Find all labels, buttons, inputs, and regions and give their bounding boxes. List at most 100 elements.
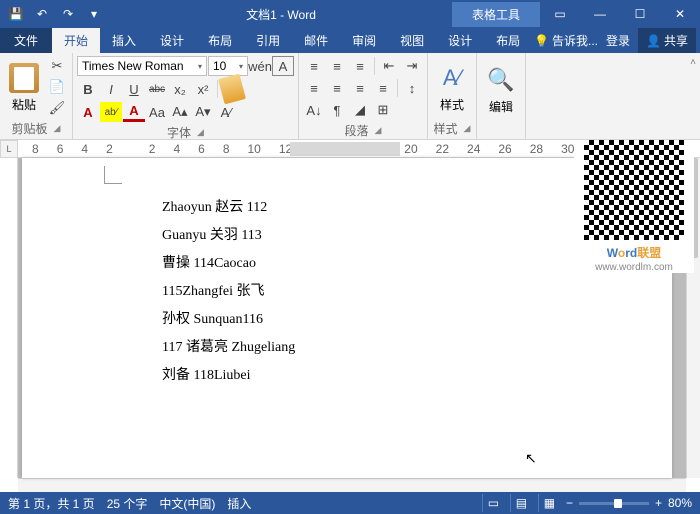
char-border-button[interactable]: A	[272, 56, 294, 76]
show-marks-button[interactable]: ¶	[326, 100, 348, 120]
tab-table-layout[interactable]: 布局	[484, 28, 532, 53]
tell-me[interactable]: 💡告诉我...	[534, 32, 598, 49]
text-effects-button[interactable]: A	[77, 102, 99, 122]
cut-button[interactable]: ✂	[46, 56, 68, 76]
context-tab-title: 表格工具	[452, 2, 540, 27]
phonetic-guide-button[interactable]: wén	[249, 56, 271, 76]
tab-selector[interactable]: L	[0, 140, 18, 158]
minimize-button[interactable]: —	[580, 0, 620, 28]
font-size-combo[interactable]: 10▾	[208, 56, 248, 76]
paste-button[interactable]: 粘贴	[4, 62, 44, 113]
italic-button[interactable]: I	[100, 79, 122, 99]
styles-icon: A⁄	[436, 62, 468, 94]
bulb-icon: 💡	[534, 34, 549, 48]
tab-mailings[interactable]: 邮件	[292, 28, 340, 53]
font-name-combo[interactable]: Times New Roman▾	[77, 56, 207, 76]
zoom-out-button[interactable]: −	[566, 496, 573, 510]
save-button[interactable]: 💾	[4, 2, 28, 26]
text-line[interactable]: 115Zhangfei 张飞	[122, 280, 612, 300]
vertical-ruler[interactable]	[0, 158, 18, 478]
align-right-button[interactable]: ≡	[349, 78, 371, 98]
find-button[interactable]: 🔍 编辑	[481, 64, 521, 115]
margin-corner	[104, 166, 122, 184]
font-launcher[interactable]: ◢	[197, 127, 204, 138]
page-indicator[interactable]: 第 1 页，共 1 页	[8, 495, 95, 512]
tab-layout[interactable]: 布局	[196, 28, 244, 53]
format-painter-button[interactable]: 🖌	[46, 98, 68, 118]
share-button[interactable]: 👤共享	[638, 28, 696, 53]
styles-launcher[interactable]: ◢	[464, 123, 471, 134]
group-clipboard: 粘贴 ✂ 📄 🖌 剪贴板◢	[0, 53, 73, 139]
text-line[interactable]: 曹操 114Caocao	[122, 252, 612, 272]
line-spacing-button[interactable]: ↕	[401, 78, 423, 98]
clear-format-icon	[218, 74, 246, 105]
group-styles: A⁄ 样式 样式◢	[428, 53, 477, 139]
qat-more-button[interactable]: ▾	[82, 2, 106, 26]
strikethrough-button[interactable]: abc	[146, 79, 168, 99]
insert-mode[interactable]: 插入	[227, 495, 251, 512]
text-line[interactable]: 孙权 Sunquan116	[122, 308, 612, 328]
borders-button[interactable]: ⊞	[372, 100, 394, 120]
maximize-button[interactable]: ☐	[620, 0, 660, 28]
horizontal-scrollbar[interactable]	[18, 478, 686, 492]
watermark-brand: Word联盟	[574, 244, 694, 262]
qr-code-icon	[584, 140, 684, 240]
font-color-button[interactable]: A	[123, 102, 145, 122]
watermark-overlay: Word联盟 www.wordlm.com	[574, 140, 694, 273]
sign-in-link[interactable]: 登录	[606, 32, 630, 49]
close-button[interactable]: ✕	[660, 0, 700, 28]
sort-button[interactable]: A↓	[303, 100, 325, 120]
text-line[interactable]: 117 诸葛亮 Zhugeliang	[122, 336, 612, 356]
language-indicator[interactable]: 中文(中国)	[159, 495, 215, 512]
clipboard-launcher[interactable]: ◢	[54, 123, 61, 134]
word-count[interactable]: 25 个字	[107, 495, 148, 512]
align-left-button[interactable]: ≡	[303, 78, 325, 98]
watermark-url: www.wordlm.com	[574, 262, 694, 273]
ruler-margin-area	[290, 142, 400, 156]
read-mode-button[interactable]: ▭	[482, 494, 504, 512]
tab-home[interactable]: 开始	[52, 28, 100, 53]
styles-button[interactable]: A⁄ 样式	[432, 62, 472, 113]
subscript-button[interactable]: x₂	[169, 79, 191, 99]
text-line[interactable]: 刘备 118Liubei	[122, 364, 612, 384]
grow-font-button[interactable]: A▴	[169, 102, 191, 122]
zoom-slider[interactable]	[579, 502, 649, 505]
copy-button[interactable]: 📄	[46, 77, 68, 97]
tab-references[interactable]: 引用	[244, 28, 292, 53]
zoom-level[interactable]: 80%	[668, 496, 692, 510]
align-center-button[interactable]: ≡	[326, 78, 348, 98]
superscript-button[interactable]: x²	[192, 79, 214, 99]
paragraph-launcher[interactable]: ◢	[375, 125, 382, 136]
text-line[interactable]: Zhaoyun 赵云 112	[122, 196, 612, 216]
highlight-button[interactable]: ab⁄	[100, 102, 122, 122]
tab-review[interactable]: 审阅	[340, 28, 388, 53]
decrease-indent-button[interactable]: ⇤	[378, 56, 400, 76]
underline-button[interactable]: U	[123, 79, 145, 99]
shading-button[interactable]: ◢	[349, 100, 371, 120]
multilevel-list-button[interactable]: ≡	[349, 56, 371, 76]
group-paragraph: ≡ ≡ ≡ ⇤ ⇥ ≡ ≡ ≡ ≡ ↕ A↓ ¶	[299, 53, 428, 139]
text-line[interactable]: Guanyu 关羽 113	[122, 224, 612, 244]
tab-design[interactable]: 设计	[148, 28, 196, 53]
char-shading-button[interactable]: Aa	[146, 102, 168, 122]
bold-button[interactable]: B	[77, 79, 99, 99]
tab-table-design[interactable]: 设计	[436, 28, 484, 53]
print-layout-button[interactable]: ▤	[510, 494, 532, 512]
tab-file[interactable]: 文件	[0, 28, 52, 53]
tab-insert[interactable]: 插入	[100, 28, 148, 53]
ribbon-options-button[interactable]: ▭	[540, 0, 580, 28]
tab-view[interactable]: 视图	[388, 28, 436, 53]
window-controls: ▭ — ☐ ✕	[540, 0, 700, 28]
collapse-ribbon-button[interactable]: ˄	[690, 57, 696, 68]
web-layout-button[interactable]: ▦	[538, 494, 560, 512]
bullets-button[interactable]: ≡	[303, 56, 325, 76]
justify-button[interactable]: ≡	[372, 78, 394, 98]
numbering-button[interactable]: ≡	[326, 56, 348, 76]
increase-indent-button[interactable]: ⇥	[401, 56, 423, 76]
redo-button[interactable]: ↷	[56, 2, 80, 26]
zoom-in-button[interactable]: +	[655, 496, 662, 510]
shrink-font-button[interactable]: A▾	[192, 102, 214, 122]
undo-button[interactable]: ↶	[30, 2, 54, 26]
change-case-button[interactable]: A⁄	[215, 102, 237, 122]
ribbon: ˄ 粘贴 ✂ 📄 🖌 剪贴板◢ Times New Roman▾ 10▾ wén…	[0, 53, 700, 140]
